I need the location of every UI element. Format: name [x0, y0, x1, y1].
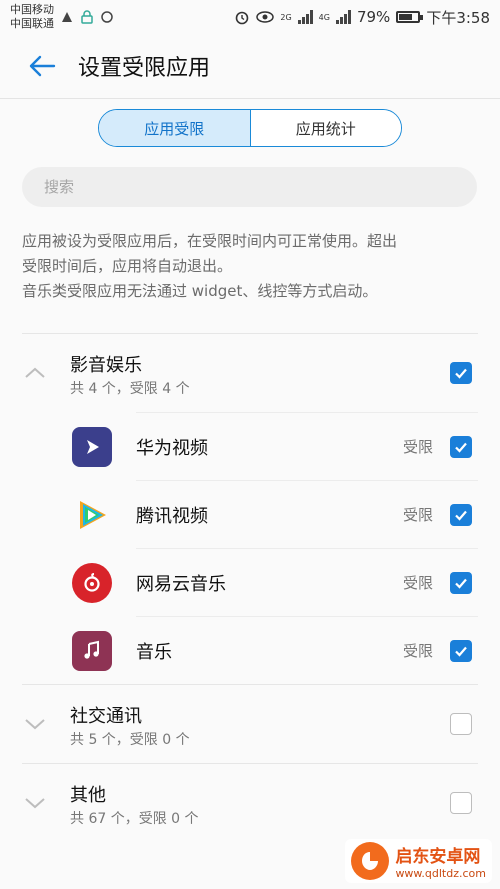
restrict-status: 受限 — [402, 642, 433, 660]
status-bar: 中国移动 中国联通 2G 4G 79% 下午3:58 — [0, 0, 500, 34]
app-name: 华为视频 — [136, 438, 208, 459]
carriers: 中国移动 中国联通 — [10, 3, 54, 31]
carrier-2: 中国联通 — [10, 17, 54, 30]
app-bar: 设置受限应用 — [0, 34, 500, 99]
music-icon — [72, 631, 112, 671]
group-summary: 共 67 个，受限 0 个 — [70, 811, 199, 827]
huawei-video-icon — [72, 427, 112, 467]
notification-icon — [62, 12, 72, 22]
back-button[interactable] — [22, 46, 62, 86]
restrict-status: 受限 — [402, 506, 433, 524]
watermark: 启东安卓网 www.qdltdz.com — [345, 839, 492, 883]
alarm-icon — [236, 11, 249, 25]
group-checkbox[interactable] — [450, 362, 472, 384]
carrier-1: 中国移动 — [10, 3, 54, 16]
tab-app-stats[interactable]: 应用统计 — [250, 110, 401, 146]
description-line-2: 受限时间后，应用将自动退出。 — [22, 257, 233, 275]
chevron-down-icon[interactable] — [22, 790, 48, 816]
group-media-entertainment[interactable]: 影音娱乐 共 4 个，受限 4 个 — [22, 333, 478, 412]
eye-comfort-icon — [256, 11, 275, 23]
group-social-communication[interactable]: 社交通讯 共 5 个，受限 0 个 — [22, 684, 478, 763]
segmented-control: 应用受限 应用统计 — [98, 109, 402, 147]
watermark-text: 启东安卓网 www.qdltdz.com — [395, 842, 486, 880]
restrict-status: 受限 — [402, 438, 433, 456]
group-name: 其他 — [70, 785, 106, 806]
app-row-netease-music[interactable]: 网易云音乐 受限 — [72, 548, 478, 616]
battery-percent: 79% — [356, 8, 391, 26]
group-other[interactable]: 其他 共 67 个，受限 0 个 — [22, 763, 478, 842]
app-row-tencent-video[interactable]: 腾讯视频 受限 — [80, 480, 478, 548]
battery-icon — [396, 11, 424, 23]
check-icon — [455, 368, 467, 379]
check-icon — [455, 646, 467, 657]
restricted-app-list: 影音娱乐 共 4 个，受限 4 个 华为视频 受限 腾讯视频 受限 网易云音乐 … — [22, 333, 478, 842]
chevron-down-icon[interactable] — [22, 711, 48, 737]
watermark-name: 启东安卓网 — [395, 847, 481, 867]
app-name: 音乐 — [136, 642, 172, 663]
netease-music-icon — [72, 563, 112, 603]
group-checkbox[interactable] — [450, 713, 472, 735]
group-name: 影音娱乐 — [70, 355, 142, 376]
page-title: 设置受限应用 — [78, 56, 211, 81]
group-summary: 共 4 个，受限 4 个 — [70, 381, 190, 397]
check-icon — [455, 578, 467, 589]
status-right: 2G 4G 79% 下午3:58 — [234, 7, 490, 28]
chevron-up-icon[interactable] — [22, 360, 48, 386]
app-name: 腾讯视频 — [136, 506, 208, 527]
signal-2-icon — [335, 10, 351, 24]
search-input[interactable] — [22, 167, 477, 207]
tab-app-restrict[interactable]: 应用受限 — [99, 110, 251, 146]
description: 应用被设为受限应用后，在受限时间内可正常使用。超出 受限时间后，应用将自动退出。… — [22, 229, 482, 304]
app-row-huawei-video[interactable]: 华为视频 受限 — [72, 412, 478, 480]
status-left: 中国移动 中国联通 — [10, 3, 114, 31]
app-checkbox[interactable] — [450, 572, 472, 594]
app-name: 网易云音乐 — [136, 574, 226, 595]
description-line-1: 应用被设为受限应用后，在受限时间内可正常使用。超出 — [22, 232, 398, 250]
signal-1-icon — [297, 10, 313, 24]
group-checkbox[interactable] — [450, 792, 472, 814]
tencent-video-icon — [72, 495, 112, 535]
group-summary: 共 5 个，受限 0 个 — [70, 732, 190, 748]
watermark-logo-icon — [351, 842, 390, 880]
network-2-label: 4G — [318, 12, 330, 22]
watermark-url: www.qdltdz.com — [395, 867, 486, 880]
restrict-status: 受限 — [402, 574, 433, 592]
app-checkbox[interactable] — [450, 640, 472, 662]
app-checkbox[interactable] — [450, 504, 472, 526]
battery-fill — [399, 14, 413, 20]
arrow-left-icon — [29, 55, 56, 77]
check-icon — [455, 442, 467, 453]
app-checkbox[interactable] — [450, 436, 472, 458]
description-line-3: 音乐类受限应用无法通过 widget、线控等方式启动。 — [22, 282, 378, 300]
clock: 下午3:58 — [426, 8, 490, 27]
lock-icon — [81, 10, 93, 24]
group-name: 社交通讯 — [70, 706, 142, 727]
network-1-label: 2G — [280, 12, 292, 22]
app-row-music[interactable]: 音乐 受限 — [72, 616, 478, 684]
check-icon — [455, 510, 467, 521]
sync-icon — [101, 11, 113, 23]
